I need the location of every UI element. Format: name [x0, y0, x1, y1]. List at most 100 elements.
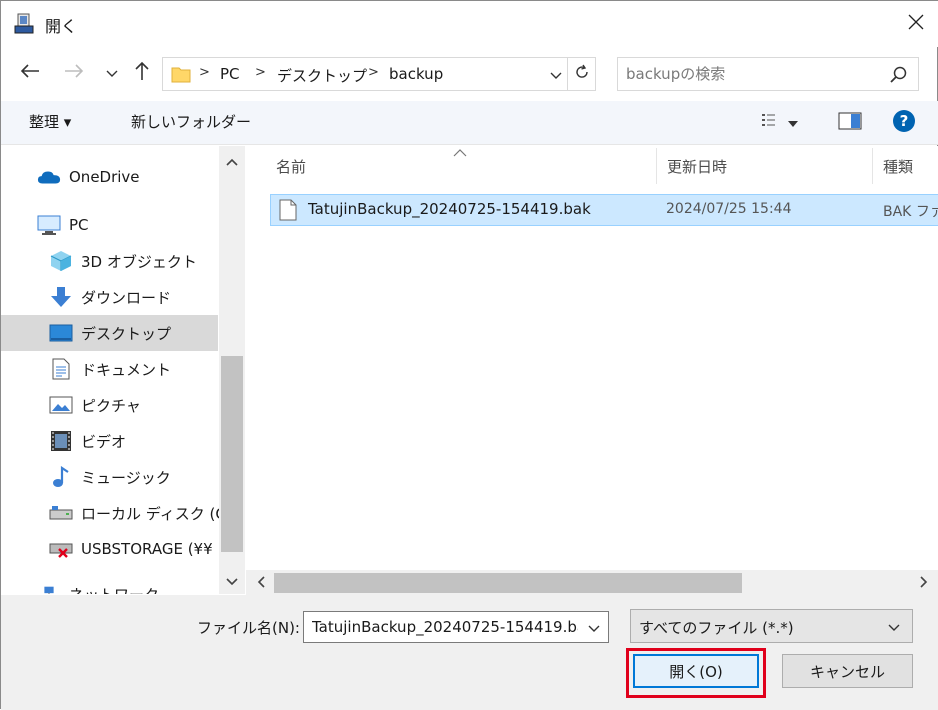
sidebar-item-desktop[interactable]: デスクトップ: [1, 315, 218, 351]
back-button[interactable]: [17, 59, 43, 87]
chevron-down-icon: [550, 66, 562, 84]
document-icon: [49, 358, 73, 380]
search-input[interactable]: [624, 62, 874, 86]
title-bar: 開く: [1, 1, 938, 47]
navigation-bar: > PC > デスクトップ > backup: [1, 53, 938, 95]
refresh-button[interactable]: [567, 58, 595, 90]
search-box[interactable]: [617, 57, 919, 91]
sidebar-item-label: ミュージック: [81, 468, 171, 487]
desktop-icon: [49, 322, 73, 344]
column-divider[interactable]: [656, 148, 657, 184]
arrow-up-icon: [134, 61, 150, 85]
sidebar-item-usbstorage[interactable]: USBSTORAGE (¥¥: [1, 531, 218, 567]
filename-dropdown-button[interactable]: [584, 618, 604, 638]
filename-label: ファイル名(N):: [197, 619, 300, 637]
file-row[interactable]: TatujinBackup_20240725-154419.bak 2024/0…: [270, 194, 938, 226]
refresh-icon: [574, 64, 590, 84]
arrow-left-icon: [20, 63, 40, 83]
up-button[interactable]: [129, 59, 155, 87]
sidebar-item-downloads[interactable]: ダウンロード: [1, 279, 218, 315]
sidebar-item-pictures[interactable]: ピクチャ: [1, 387, 218, 423]
filename-input[interactable]: [310, 616, 580, 638]
navigation-pane: OneDrive PC 3D オブジェクト ダウンロード デスクトップ ドキュメ…: [1, 146, 245, 594]
breadcrumb-desktop[interactable]: デスクトップ: [277, 65, 367, 86]
file-list-pane: 名前 更新日時 種類 TatujinBackup_20240725-154419…: [246, 144, 938, 596]
open-dialog-icon: [13, 13, 35, 35]
new-folder-button[interactable]: 新しいフォルダー: [131, 111, 251, 132]
scroll-thumb[interactable]: [221, 356, 243, 552]
sidebar-item-label: デスクトップ: [81, 324, 172, 343]
scroll-left-button[interactable]: [250, 572, 272, 594]
drive-icon: [49, 502, 73, 524]
preview-pane-button[interactable]: [835, 109, 865, 137]
breadcrumb-separator: >: [255, 65, 266, 80]
horizontal-scrollbar[interactable]: [246, 570, 938, 596]
close-icon: [908, 14, 924, 34]
sidebar-item-music[interactable]: ミュージック: [1, 459, 218, 495]
open-button[interactable]: 開く(O): [633, 654, 759, 688]
sidebar-item-documents[interactable]: ドキュメント: [1, 351, 218, 387]
caret-down-icon: [787, 114, 799, 132]
organize-menu-button[interactable]: 整理 ▾: [29, 111, 71, 132]
sidebar-item-label: PC: [69, 216, 89, 234]
sidebar-item-local-disk[interactable]: ローカル ディスク (C:: [1, 495, 231, 531]
sidebar-item-label: ローカル ディスク (C:: [81, 504, 231, 523]
breadcrumb-separator: >: [368, 65, 379, 80]
cube-icon: [49, 250, 73, 272]
breadcrumb-pc[interactable]: PC: [220, 65, 240, 83]
window-title: 開く: [45, 17, 78, 36]
scroll-down-button[interactable]: [219, 568, 245, 594]
sidebar-item-videos[interactable]: ビデオ: [1, 423, 218, 459]
view-options-button[interactable]: [751, 109, 809, 137]
recent-locations-button[interactable]: [99, 59, 125, 87]
help-button[interactable]: ?: [889, 109, 919, 137]
breadcrumb-separator: >: [199, 65, 210, 80]
column-divider[interactable]: [872, 148, 873, 184]
help-icon: ?: [892, 109, 916, 137]
address-dropdown-button[interactable]: [545, 64, 567, 86]
breadcrumb-backup[interactable]: backup: [389, 65, 443, 83]
search-icon: [888, 64, 910, 86]
sidebar-item-label: ネットワーク: [69, 584, 159, 594]
chevron-down-icon: [106, 64, 118, 82]
sidebar-item-3d-objects[interactable]: 3D オブジェクト: [1, 243, 218, 279]
close-button[interactable]: [893, 1, 938, 47]
column-header-type[interactable]: 種類: [883, 146, 913, 186]
column-header-modified[interactable]: 更新日時: [667, 146, 727, 186]
command-bar: 整理 ▾ 新しいフォルダー ?: [1, 101, 938, 145]
network-drive-icon: [49, 538, 73, 560]
scroll-right-button[interactable]: [913, 572, 935, 594]
sidebar-item-label: 3D オブジェクト: [81, 252, 197, 271]
chevron-left-icon: [257, 574, 265, 592]
dialog-footer: ファイル名(N): すべてのファイル (*.*) 開く(O) キャンセル: [1, 595, 938, 710]
filetype-select[interactable]: すべてのファイル (*.*): [630, 609, 913, 643]
download-arrow-icon: [49, 286, 73, 308]
sidebar-item-label: ダウンロード: [81, 288, 172, 307]
details-view-icon: [761, 112, 787, 134]
sidebar-item-network[interactable]: ネットワーク: [1, 574, 218, 594]
pc-icon: [37, 214, 61, 236]
cloud-icon: [37, 166, 61, 188]
forward-button[interactable]: [61, 59, 87, 87]
file-modified: 2024/07/25 15:44: [666, 201, 792, 217]
cancel-button[interactable]: キャンセル: [782, 654, 913, 688]
chevron-up-icon: [226, 152, 238, 170]
chevron-down-icon: [226, 572, 238, 590]
column-header-name[interactable]: 名前: [276, 146, 306, 186]
svg-text:?: ?: [900, 112, 909, 130]
sidebar-item-pc[interactable]: PC: [1, 207, 218, 243]
file-type: BAK ファ: [883, 204, 938, 220]
file-name: TatujinBackup_20240725-154419.bak: [308, 200, 591, 218]
sidebar-item-onedrive[interactable]: OneDrive: [1, 159, 218, 195]
sidebar-item-label: USBSTORAGE (¥¥: [81, 540, 213, 558]
sort-ascending-icon: [453, 144, 467, 162]
filetype-dropdown-button[interactable]: [884, 617, 904, 637]
scroll-thumb[interactable]: [274, 573, 742, 593]
address-bar[interactable]: > PC > デスクトップ > backup: [162, 57, 596, 91]
scroll-up-button[interactable]: [219, 148, 245, 174]
arrow-right-icon: [64, 63, 84, 83]
sidebar-item-label: ドキュメント: [81, 360, 172, 379]
filename-combobox[interactable]: [303, 611, 609, 643]
filetype-value: すべてのファイル (*.*): [639, 619, 794, 637]
sidebar-scrollbar[interactable]: [219, 146, 245, 594]
